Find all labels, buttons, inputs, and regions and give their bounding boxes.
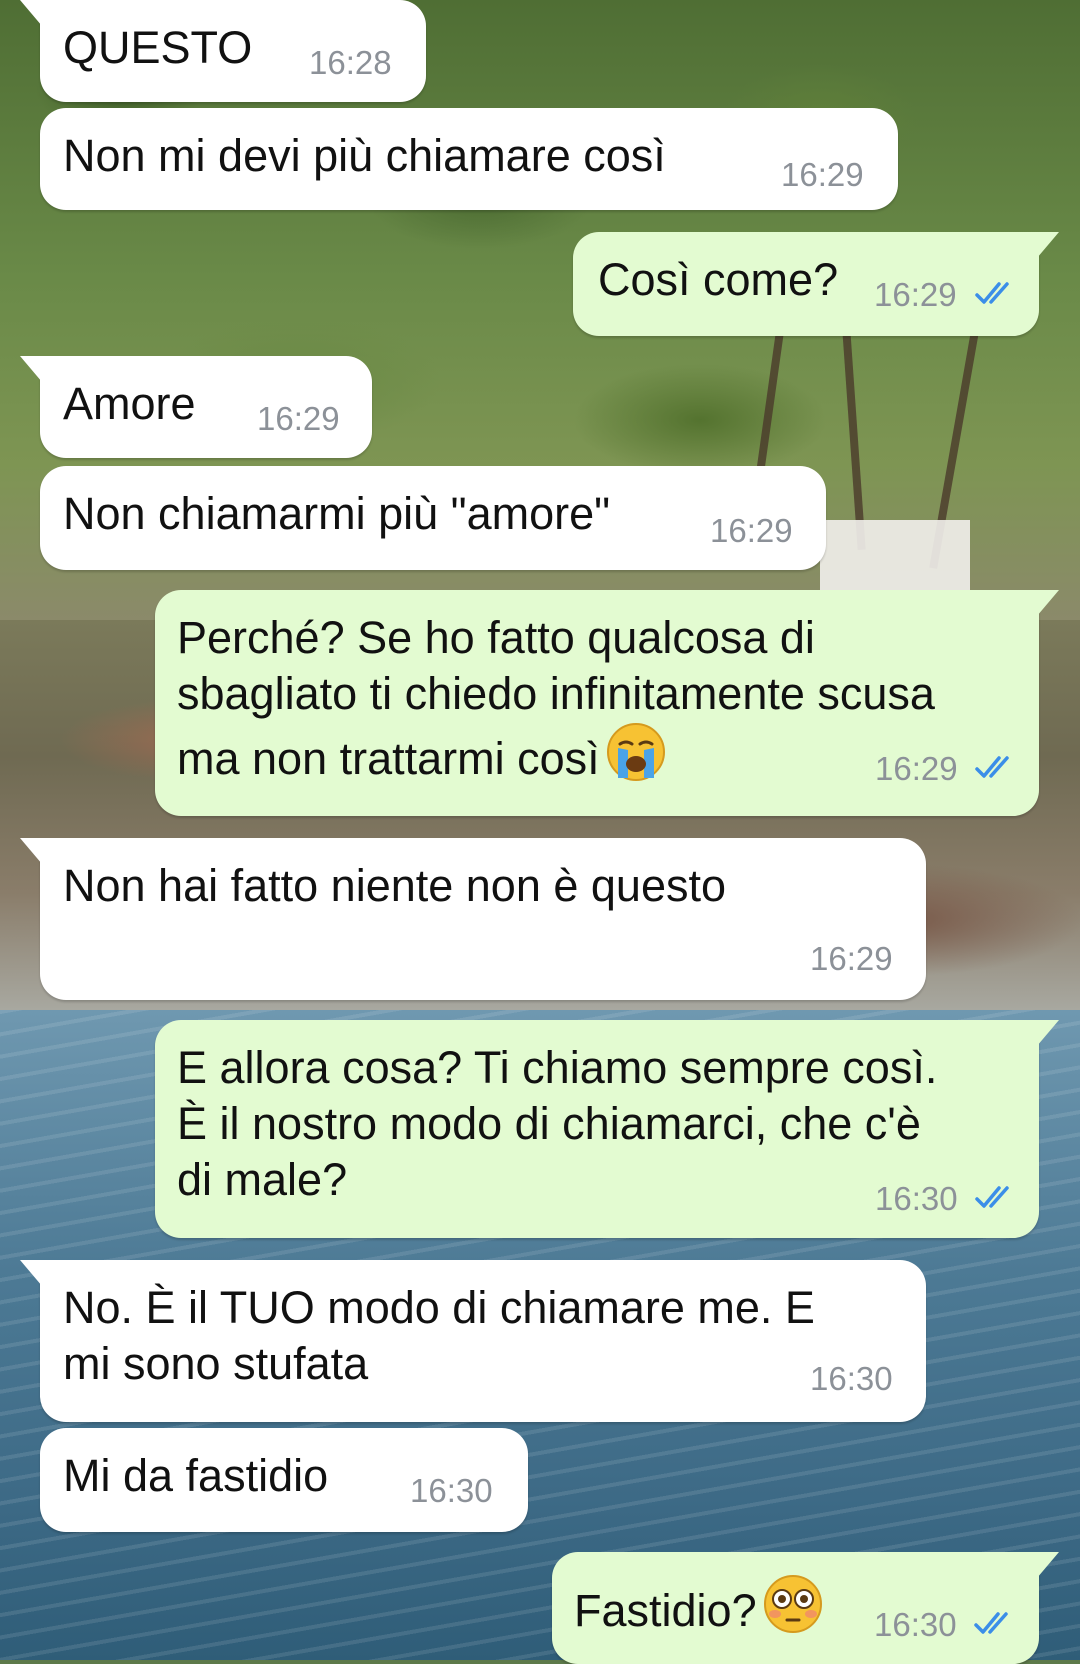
message-timestamp: 16:29 bbox=[810, 940, 893, 977]
incoming-message[interactable]: Amore 16:29 bbox=[20, 356, 372, 458]
message-text: Non mi devi più chiamare così bbox=[63, 130, 666, 181]
outgoing-message[interactable]: Perché? Se ho fatto qualcosa di sbagliat… bbox=[155, 590, 1059, 816]
message-text-line: E allora cosa? Ti chiamo sempre così. bbox=[177, 1042, 938, 1093]
message-text: QUESTO bbox=[63, 22, 253, 73]
message-timestamp: 16:29 bbox=[781, 156, 864, 193]
outgoing-message[interactable]: Fastidio? 16:30 bbox=[552, 1552, 1059, 1664]
read-receipt-icon bbox=[974, 1612, 1008, 1634]
message-timestamp: 16:30 bbox=[874, 1606, 957, 1643]
wallpaper-house bbox=[820, 520, 970, 590]
message-text: Amore bbox=[63, 378, 196, 429]
read-receipt-icon bbox=[975, 756, 1009, 778]
message-text: Fastidio? bbox=[574, 1574, 823, 1638]
message-text-line: È il nostro modo di chiamarci, che c'è bbox=[177, 1098, 921, 1149]
message-timestamp: 16:28 bbox=[309, 44, 392, 81]
read-receipt-icon bbox=[975, 282, 1009, 304]
message-text: Non hai fatto niente non è questo bbox=[63, 860, 727, 911]
message-text-line: di male? bbox=[177, 1154, 348, 1205]
message-text-line: No. È il TUO modo di chiamare me. E bbox=[63, 1282, 815, 1333]
read-receipt-icon bbox=[975, 1186, 1009, 1208]
incoming-message[interactable]: Non chiamarmi più "amore" 16:29 bbox=[40, 466, 826, 570]
flushed-face-emoji-icon bbox=[763, 1575, 822, 1633]
message-timestamp: 16:30 bbox=[410, 1472, 493, 1509]
message-timestamp: 16:29 bbox=[874, 276, 957, 313]
message-timestamp: 16:29 bbox=[710, 512, 793, 549]
incoming-message[interactable]: Mi da fastidio 16:30 bbox=[40, 1428, 528, 1532]
incoming-message[interactable]: Non hai fatto niente non è questo 16:29 bbox=[20, 838, 926, 1000]
incoming-message[interactable]: No. È il TUO modo di chiamare me. E mi s… bbox=[20, 1260, 926, 1422]
incoming-message[interactable]: QUESTO 16:28 bbox=[20, 0, 426, 102]
message-text: Non chiamarmi più "amore" bbox=[63, 488, 611, 539]
message-timestamp: 16:29 bbox=[875, 750, 958, 787]
message-text-line: sbagliato ti chiedo infinitamente scusa bbox=[177, 668, 935, 719]
message-timestamp: 16:30 bbox=[810, 1360, 893, 1397]
message-text: Mi da fastidio bbox=[63, 1450, 329, 1501]
message-timestamp: 16:30 bbox=[875, 1180, 958, 1217]
message-text-line: Perché? Se ho fatto qualcosa di bbox=[177, 612, 815, 663]
incoming-message[interactable]: Non mi devi più chiamare così 16:29 bbox=[40, 108, 898, 210]
message-text-line: ma non trattarmi così bbox=[177, 722, 666, 786]
crying-face-emoji-icon bbox=[606, 723, 665, 781]
outgoing-message[interactable]: Così come? 16:29 bbox=[573, 232, 1059, 336]
outgoing-message[interactable]: E allora cosa? Ti chiamo sempre così. È … bbox=[155, 1020, 1059, 1238]
message-text-line: mi sono stufata bbox=[63, 1338, 369, 1389]
message-timestamp: 16:29 bbox=[257, 400, 340, 437]
message-text: Così come? bbox=[598, 254, 839, 305]
